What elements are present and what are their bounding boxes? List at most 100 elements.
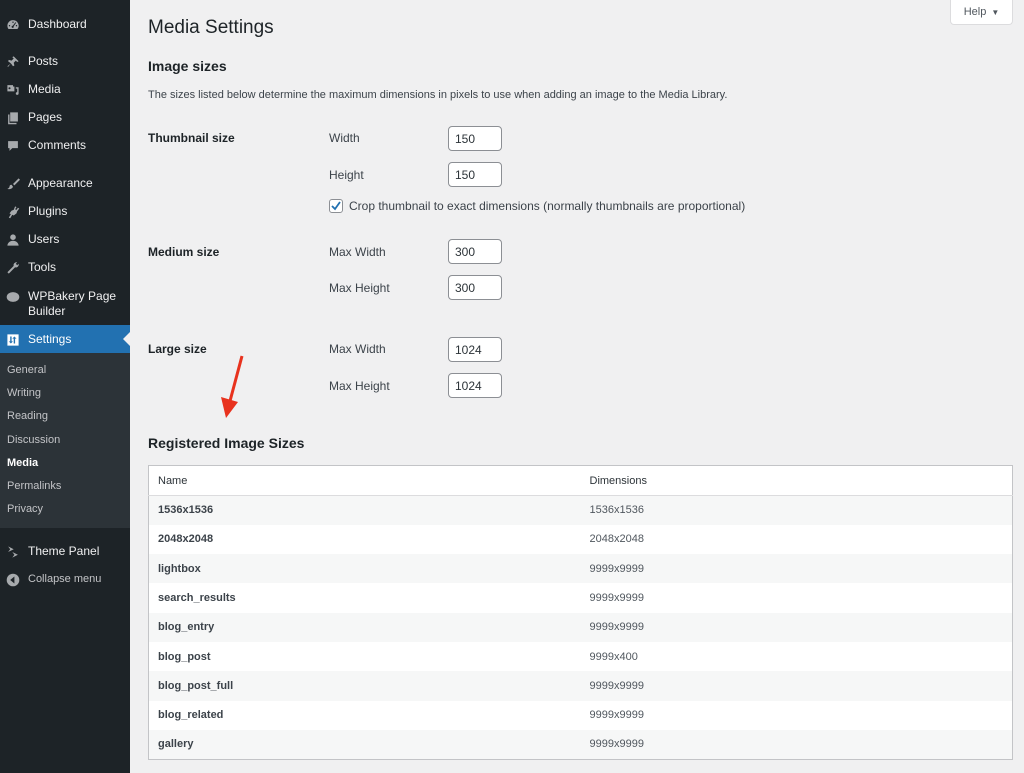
large-width-input[interactable] [448, 337, 502, 362]
sidebar-item-label: Collapse menu [28, 573, 102, 585]
size-name: blog_post_full [148, 671, 581, 701]
large-size-label: Large size [148, 342, 207, 356]
settings-icon [6, 333, 20, 347]
size-name: 2048x2048 [148, 524, 581, 555]
thumbnail-width-label: Width [329, 131, 360, 145]
plug-icon [6, 205, 20, 219]
sidebar-item-label: Pages [28, 110, 63, 124]
table-row: blog_post_full 9999x9999 [148, 671, 1013, 701]
size-name: lightbox [148, 554, 581, 584]
thumbnail-height-label: Height [329, 168, 364, 182]
sidebar-item-comments[interactable]: Comments [0, 138, 130, 153]
sidebar-item-dashboard[interactable]: Dashboard [0, 17, 130, 32]
size-dimensions: 2048x2048 [580, 524, 1013, 555]
registered-sizes-heading: Registered Image Sizes [148, 435, 305, 451]
table-header-row: Name Dimensions [148, 465, 1013, 496]
sidebar-item-tools[interactable]: Tools [0, 260, 130, 275]
size-dimensions: 9999x9999 [580, 671, 1013, 701]
size-name: gallery [148, 729, 581, 760]
table-row: 2048x2048 2048x2048 [148, 524, 1013, 555]
submenu-media[interactable]: Media [7, 457, 38, 469]
column-header-dimensions: Dimensions [580, 465, 1013, 496]
size-name: search_results [148, 583, 581, 613]
submenu-reading[interactable]: Reading [7, 410, 48, 422]
size-dimensions: 9999x9999 [580, 583, 1013, 613]
admin-sidebar: Dashboard Posts Media Pages Comments App… [0, 0, 130, 773]
size-dimensions: 9999x400 [580, 641, 1013, 672]
sidebar-item-label: Plugins [28, 204, 68, 218]
pin-icon [6, 55, 20, 69]
annotation-arrow-icon [221, 355, 244, 418]
submenu-discussion[interactable]: Discussion [7, 434, 60, 446]
medium-size-label: Medium size [148, 245, 220, 259]
thumbnail-height-input[interactable] [448, 162, 502, 187]
sidebar-item-label: Appearance [28, 176, 93, 190]
submenu-permalinks[interactable]: Permalinks [7, 480, 61, 492]
table-row: gallery 9999x9999 [148, 729, 1013, 760]
help-label: Help [963, 6, 987, 18]
sidebar-item-posts[interactable]: Posts [0, 54, 130, 69]
sidebar-item-label: Theme Panel [28, 544, 100, 558]
comment-icon [6, 139, 20, 153]
sidebar-item-label: Media [28, 82, 61, 96]
collapse-icon [6, 573, 20, 587]
pages-icon [6, 111, 20, 125]
sidebar-item-settings[interactable]: Settings [0, 325, 130, 353]
table-row: blog_post 9999x400 [148, 641, 1013, 672]
active-indicator [123, 332, 130, 346]
sidebar-item-appearance[interactable]: Appearance [0, 176, 130, 191]
sidebar-item-label: Settings [28, 331, 72, 346]
dashboard-icon [6, 18, 20, 32]
large-height-input[interactable] [448, 373, 502, 398]
table-row: lightbox 9999x9999 [148, 554, 1013, 584]
sidebar-item-theme-panel[interactable]: Theme Panel [0, 544, 130, 559]
media-icon [6, 83, 20, 97]
thumbnail-width-input[interactable] [448, 126, 502, 151]
table-row: blog_related 9999x9999 [148, 700, 1013, 730]
size-name: blog_entry [148, 612, 581, 642]
size-name: blog_related [148, 700, 581, 730]
caret-down-icon: ▼ [991, 7, 1000, 17]
cloud-icon [6, 290, 20, 304]
sidebar-item-label: Comments [28, 138, 87, 152]
wrench-icon [6, 261, 20, 275]
submenu-general[interactable]: General [7, 364, 46, 376]
size-dimensions: 9999x9999 [580, 554, 1013, 584]
size-name: 1536x1536 [148, 495, 581, 525]
table-row: search_results 9999x9999 [148, 583, 1013, 613]
help-button[interactable]: Help ▼ [950, 0, 1013, 25]
size-name: blog_post [148, 641, 581, 672]
sidebar-item-users[interactable]: Users [0, 232, 130, 247]
medium-height-input[interactable] [448, 275, 502, 300]
size-dimensions: 9999x9999 [580, 612, 1013, 642]
settings-submenu: General Writing Reading Discussion Media… [0, 353, 130, 528]
crop-thumbnail-checkbox[interactable] [329, 199, 343, 213]
size-dimensions: 9999x9999 [580, 700, 1013, 730]
image-sizes-heading: Image sizes [148, 58, 227, 74]
image-sizes-description: The sizes listed below determine the max… [148, 89, 728, 101]
user-icon [6, 233, 20, 247]
checkmark-icon [331, 201, 341, 211]
large-width-label: Max Width [329, 342, 386, 356]
sidebar-item-wpbakery[interactable]: WPBakery Page Builder [0, 289, 130, 319]
crop-thumbnail-label: Crop thumbnail to exact dimensions (norm… [349, 199, 746, 213]
table-row: 1536x1536 1536x1536 [148, 495, 1013, 525]
column-header-name: Name [148, 465, 581, 496]
sidebar-item-label: Users [28, 232, 60, 246]
medium-height-label: Max Height [329, 281, 390, 295]
registered-sizes-table: Name Dimensions 1536x1536 1536x1536 2048x… [148, 465, 1013, 760]
crop-thumbnail-option[interactable]: Crop thumbnail to exact dimensions (norm… [329, 199, 745, 213]
sidebar-item-plugins[interactable]: Plugins [0, 204, 130, 219]
sidebar-item-label: Posts [28, 54, 59, 68]
size-dimensions: 9999x9999 [580, 729, 1013, 760]
collapse-menu-button[interactable]: Collapse menu [0, 572, 130, 587]
sidebar-item-media[interactable]: Media [0, 82, 130, 97]
sidebar-item-pages[interactable]: Pages [0, 110, 130, 125]
submenu-writing[interactable]: Writing [7, 387, 41, 399]
main-content: Media Settings Help ▼ Image sizes The si… [130, 0, 1024, 773]
medium-width-input[interactable] [448, 239, 502, 264]
large-height-label: Max Height [329, 379, 390, 393]
submenu-privacy[interactable]: Privacy [7, 503, 43, 515]
sidebar-item-label: Dashboard [28, 17, 87, 31]
theme-panel-icon [6, 545, 20, 559]
